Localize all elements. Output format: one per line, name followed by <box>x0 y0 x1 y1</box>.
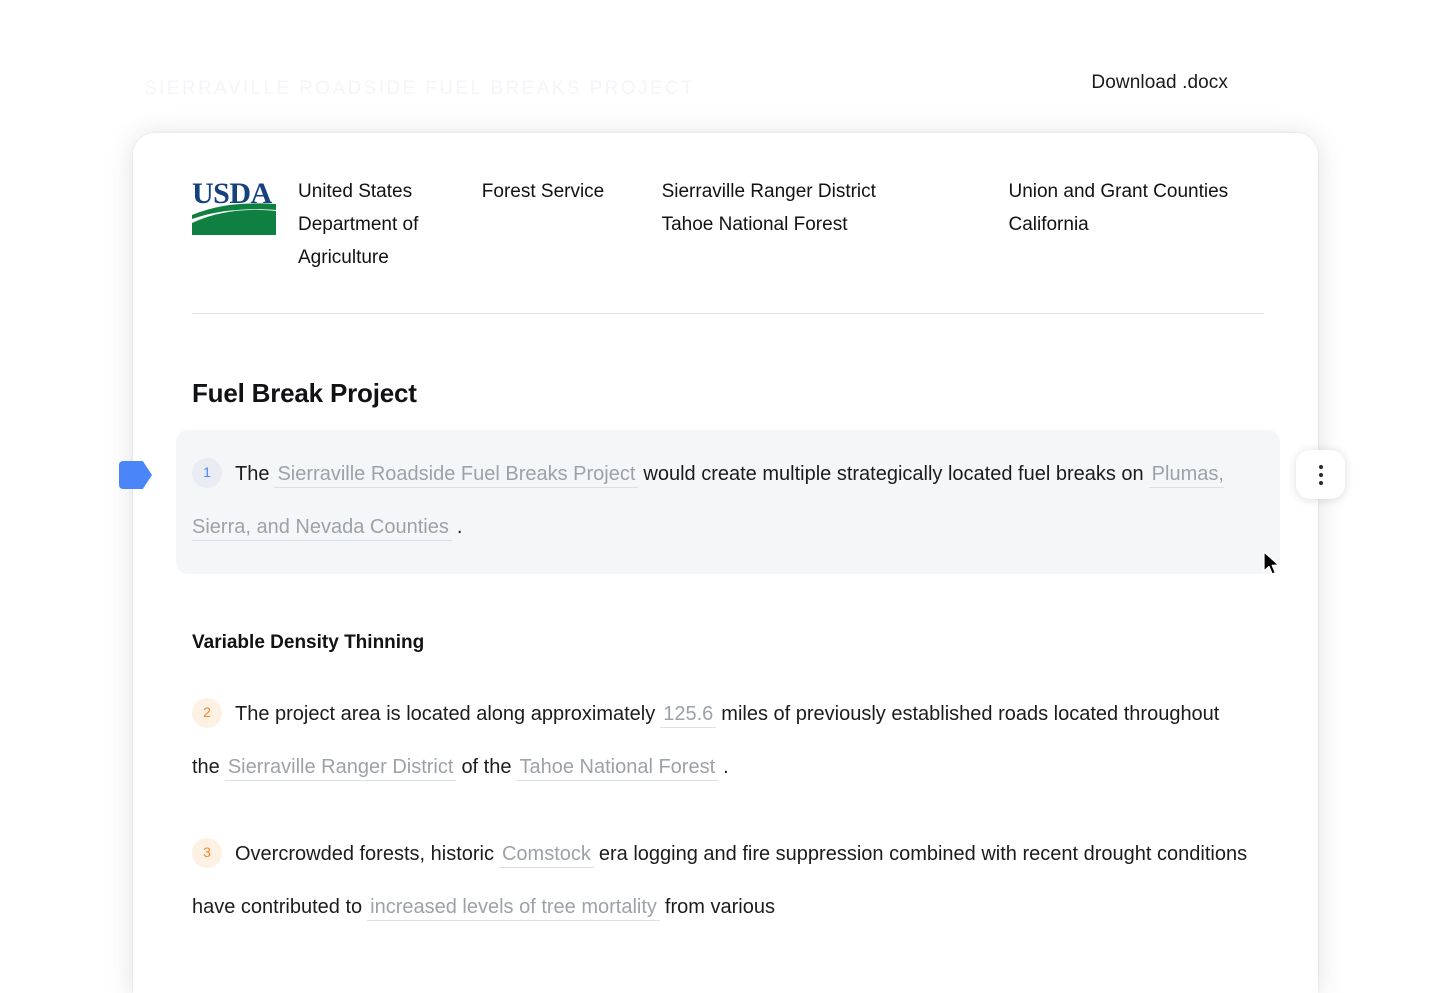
placeholder-field[interactable]: Sierraville Roadside Fuel Breaks Project <box>274 463 639 488</box>
placeholder-field[interactable]: Tahoe National Forest <box>516 756 719 781</box>
usda-logo-icon: USDA <box>192 177 276 235</box>
document-content: USDA United States Department of Agricul… <box>176 133 1280 934</box>
paragraph-badge-1: 1 <box>192 457 222 488</box>
section-heading: Variable Density Thinning <box>192 632 425 653</box>
text-run: of the <box>461 756 512 778</box>
kebab-dot-icon <box>1318 480 1323 485</box>
paragraph-block-2[interactable]: 2 The project area is located along appro… <box>192 688 1264 794</box>
placeholder-field[interactable]: Sierraville Ranger District <box>224 756 457 781</box>
kebab-dot-icon <box>1318 464 1323 469</box>
text-run: The project area is located along approx… <box>235 703 656 725</box>
paragraph-options-kebab-button[interactable] <box>1296 450 1345 499</box>
placeholder-field[interactable]: 125.6 <box>660 703 717 728</box>
kebab-dot-icon <box>1318 472 1323 477</box>
letterhead-agency: United States Department of Agriculture <box>298 181 419 268</box>
letterhead-divider <box>192 313 1264 314</box>
text-run: would create multiple strategically loca… <box>643 463 1144 485</box>
text-run: Overcrowded forests, historic <box>235 843 494 865</box>
paragraph-block-3[interactable]: 3 Overcrowded forests, historic Comstock er… <box>192 828 1264 934</box>
text-run: The <box>235 463 270 485</box>
letterhead-location: Union and Grant Counties California <box>1008 181 1229 235</box>
paragraph-text-1: The Sierraville Roadside Fuel Breaks Proj… <box>192 463 1224 541</box>
document-card: USDA United States Department of Agricul… <box>133 133 1318 993</box>
download-docx-button[interactable]: Download .docx <box>1085 68 1234 98</box>
paragraph-text-3: Overcrowded forests, historic Comstock era… <box>192 843 1247 921</box>
paragraph-badge-3: 3 <box>192 837 222 868</box>
letterhead-service: Forest Service <box>481 181 605 202</box>
letterhead: USDA United States Department of Agricul… <box>192 133 1264 274</box>
placeholder-field[interactable]: Comstock <box>498 843 594 868</box>
placeholder-field[interactable]: increased levels of tree mortality <box>367 896 660 921</box>
paragraph-block-1[interactable]: 1 The Sierraville Roadside Fuel Breaks Pro… <box>176 430 1280 574</box>
paragraph-badge-2: 2 <box>192 697 222 728</box>
text-run: . <box>723 756 729 778</box>
letterhead-district: Sierraville Ranger District Tahoe Nation… <box>661 181 876 235</box>
paragraph-text-2: The project area is located along approx… <box>192 703 1219 781</box>
text-run: . <box>456 516 463 538</box>
top-bar: Download .docx <box>0 0 1442 133</box>
text-run: from various <box>664 896 775 918</box>
page-title: Fuel Break Project <box>192 378 417 408</box>
